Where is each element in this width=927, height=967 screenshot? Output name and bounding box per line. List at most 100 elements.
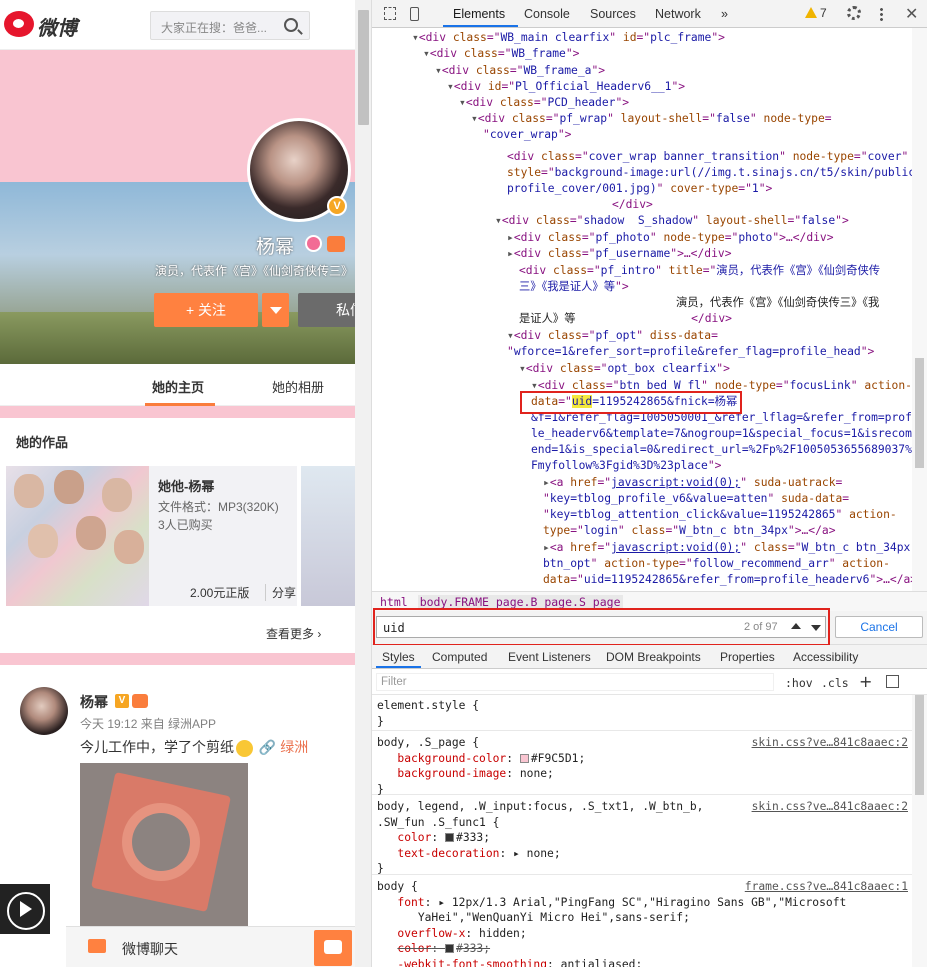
styles-filter-input[interactable]: Filter: [376, 673, 774, 691]
css-rule[interactable]: body, .S_page { skin.css?ve…841c8aaec:2 …: [372, 735, 912, 796]
post-level-icon: [132, 694, 148, 708]
female-gender-icon: [305, 235, 322, 252]
tab-accessibility[interactable]: Accessibility: [793, 650, 858, 664]
more-options-icon[interactable]: [880, 7, 883, 21]
follow-button[interactable]: + 关注: [154, 293, 258, 327]
post-verified-icon: V: [115, 694, 129, 708]
post-author[interactable]: 杨幂: [80, 692, 108, 712]
dom-node[interactable]: ▸<div class="pf_username">…</div>: [507, 246, 732, 262]
weibo-logo-text[interactable]: 微博: [37, 12, 77, 41]
uid-match-highlight-box: [520, 391, 742, 414]
surprised-emoji-icon: [236, 739, 253, 757]
tab-event-listeners[interactable]: Event Listeners: [508, 650, 591, 664]
styles-pane-tabs: Styles Computed Event Listeners DOM Brea…: [372, 645, 927, 669]
css-rule[interactable]: body { frame.css?ve…841c8aaec:1 font: ▸ …: [372, 879, 912, 967]
dom-node[interactable]: ▸<a href="javascript:void(0);" suda-uatr…: [543, 475, 842, 491]
feed-post: 杨幂 V 今天 19:12 来自 绿洲APP 今儿工作中，学了个剪纸 🔗 绿洲: [0, 665, 355, 967]
elements-scrollbar[interactable]: [912, 28, 927, 591]
weibo-logo-icon[interactable]: [4, 11, 34, 37]
find-bar-highlight-box: [373, 608, 830, 646]
page-scrollbar-thumb[interactable]: [358, 10, 369, 125]
mail-icon: [88, 939, 106, 953]
styles-filter-bar: Filter :hov .cls +: [372, 669, 927, 695]
page-scrollbar[interactable]: [355, 0, 372, 967]
profile-username: 杨幂: [256, 237, 295, 258]
chat-bubble-icon[interactable]: [314, 930, 352, 966]
devtools-toolbar: Elements Console Sources Network » 7 ✕: [372, 0, 927, 28]
css-rule[interactable]: element.style { }: [372, 698, 912, 731]
find-cancel-button[interactable]: Cancel: [835, 616, 923, 638]
rule-source-link[interactable]: skin.css?ve…841c8aaec:2: [752, 799, 908, 815]
dom-node[interactable]: ▾<div class="shadow S_shadow" layout-she…: [495, 213, 849, 229]
rule-source-link[interactable]: skin.css?ve…841c8aaec:2: [752, 735, 908, 751]
weibo-profile-page: 微博 大家正在搜：爸爸... V 杨幂 演员，代表作《宫》《仙剑奇侠传三》 + …: [0, 0, 355, 967]
post-link-oasis[interactable]: 🔗 绿洲: [259, 739, 308, 755]
video-play-icon[interactable]: [0, 884, 50, 934]
css-rules-list: element.style { } body, .S_page { skin.c…: [372, 695, 912, 967]
dom-node[interactable]: <div class="cover_wrap banner_transition…: [507, 149, 908, 165]
tab-home[interactable]: 她的主页: [152, 377, 204, 396]
tab-styles[interactable]: Styles: [382, 650, 415, 664]
tab-computed[interactable]: Computed: [432, 650, 487, 664]
chat-label[interactable]: 微博聊天: [122, 939, 178, 959]
active-tab-indicator: [443, 25, 518, 27]
active-tab-indicator: [145, 403, 215, 406]
styles-scrollbar[interactable]: [912, 695, 927, 967]
inspect-element-icon[interactable]: [384, 7, 396, 20]
weibo-top-bar: 微博 大家正在搜：爸爸...: [0, 0, 355, 50]
css-rule[interactable]: body, legend, .W_input:focus, .S_txt1, .…: [372, 799, 912, 875]
album-card[interactable]: 她他-杨幂 文件格式：MP3(320K) 3人已购买 2.00元正版 分享: [6, 466, 297, 606]
post-text: 今儿工作中，学了个剪纸 🔗 绿洲: [80, 737, 308, 757]
warning-icon: [805, 7, 817, 18]
tab-properties[interactable]: Properties: [720, 650, 775, 664]
dom-node[interactable]: ▾<div id="Pl_Official_Headerv6__1">: [447, 79, 685, 95]
device-toolbar-icon[interactable]: [410, 7, 419, 21]
profile-tabs: 她的主页 她的相册: [0, 364, 355, 406]
post-time[interactable]: 今天 19:12 来自 绿洲APP: [80, 715, 216, 732]
toggle-sidebar-icon[interactable]: [886, 675, 899, 688]
post-image[interactable]: [80, 763, 248, 931]
tab-dom-breakpoints[interactable]: DOM Breakpoints: [606, 650, 701, 664]
dom-node[interactable]: ▾<div class="WB_main clearfix" id="plc_f…: [412, 30, 725, 46]
rule-source-link[interactable]: frame.css?ve…841c8aaec:1: [745, 879, 908, 895]
album-price-button[interactable]: 2.00元正版: [190, 584, 249, 601]
dom-node[interactable]: <div class="pf_intro" title="演员，代表作《宫》《仙…: [519, 263, 880, 279]
styles-scrollbar-thumb[interactable]: [915, 695, 924, 795]
dom-node[interactable]: ▾<div class="pf_opt" diss-data=: [507, 328, 718, 344]
album-name[interactable]: 她他-杨幂: [158, 476, 214, 495]
elements-tree: ▾<div class="WB_main clearfix" id="plc_f…: [412, 30, 912, 586]
tab-sources[interactable]: Sources: [590, 7, 636, 21]
dom-node[interactable]: ▾<div class="PCD_header">: [459, 95, 629, 111]
chat-bar[interactable]: 微博聊天: [66, 926, 355, 967]
album-share-button[interactable]: 分享: [265, 584, 296, 601]
elements-scrollbar-thumb[interactable]: [915, 358, 924, 468]
new-rule-icon[interactable]: +: [859, 672, 872, 691]
search-icon[interactable]: [284, 18, 298, 32]
breadcrumb-body[interactable]: body.FRAME_page.B_page.S_page: [417, 595, 623, 609]
warnings-counter[interactable]: 7: [805, 6, 827, 20]
dom-node[interactable]: ▾<div class="WB_frame">: [423, 46, 579, 62]
hover-state-toggle[interactable]: :hov: [785, 676, 813, 690]
message-button[interactable]: 私信: [298, 293, 355, 327]
tab-album[interactable]: 她的相册: [272, 377, 324, 396]
class-toggle[interactable]: .cls: [821, 676, 849, 690]
dom-node[interactable]: ▾<div class="WB_frame_a">: [435, 63, 605, 79]
member-level-icon[interactable]: [327, 236, 345, 252]
album-cover-image[interactable]: [6, 466, 149, 606]
close-icon[interactable]: ✕: [905, 4, 918, 23]
more-tabs-button[interactable]: »: [721, 7, 728, 21]
dom-node[interactable]: ▾<div class="pf_wrap" layout-shell="fals…: [471, 111, 832, 127]
gear-icon[interactable]: [847, 6, 861, 20]
dom-node[interactable]: ▸<div class="pf_photo" node-type="photo"…: [507, 230, 834, 246]
post-avatar[interactable]: [20, 687, 68, 735]
dom-node[interactable]: ▸<a href="javascript:void(0);" class="W_…: [543, 540, 910, 556]
follow-dropdown-button[interactable]: [262, 293, 289, 327]
see-more-link[interactable]: 查看更多 ›: [266, 625, 321, 642]
breadcrumb-html[interactable]: html: [380, 595, 408, 609]
tab-network[interactable]: Network: [655, 7, 701, 21]
works-title: 她的作品: [16, 435, 69, 450]
album-card-next[interactable]: [301, 466, 355, 606]
tab-console[interactable]: Console: [524, 7, 570, 21]
dom-node[interactable]: ▾<div class="opt_box clearfix">: [519, 361, 730, 377]
tab-elements[interactable]: Elements: [453, 7, 505, 21]
